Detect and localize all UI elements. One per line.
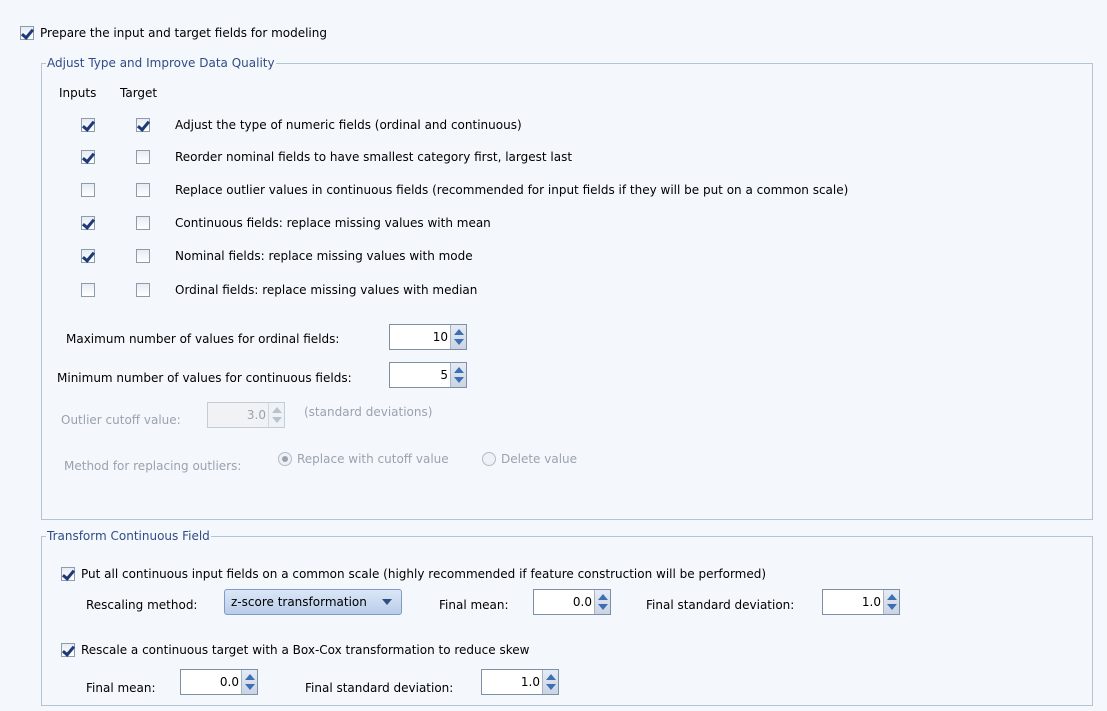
- replace-outlier-target-checkbox[interactable]: [136, 183, 150, 197]
- delete-value-radio[interactable]: [482, 452, 496, 466]
- max-ordinal-value[interactable]: 10: [433, 325, 448, 349]
- reorder-nominal-inputs-checkbox[interactable]: [81, 150, 95, 164]
- outlier-cutoff-label: Outlier cutoff value:: [61, 413, 181, 427]
- continuous-missing-target-checkbox[interactable]: [136, 216, 150, 230]
- spinner-arrows-icon[interactable]: [450, 363, 466, 387]
- spinner-arrows-icon[interactable]: [594, 590, 610, 614]
- adjust-numeric-target-checkbox[interactable]: [136, 118, 150, 132]
- ordinal-missing-target-checkbox[interactable]: [136, 283, 150, 297]
- reorder-nominal-target-checkbox[interactable]: [136, 150, 150, 164]
- max-ordinal-spinner[interactable]: 10: [389, 324, 467, 350]
- reorder-nominal-label: Reorder nominal fields to have smallest …: [175, 150, 573, 164]
- nominal-missing-target-checkbox[interactable]: [136, 249, 150, 263]
- boxcox-mean-spinner[interactable]: 0.0: [180, 669, 258, 695]
- final-sd-label: Final standard deviation:: [646, 598, 795, 612]
- transform-continuous-group-title: Transform Continuous Field: [46, 529, 211, 543]
- min-continuous-label: Minimum number of values for continuous …: [57, 371, 352, 385]
- replace-with-cutoff-label: Replace with cutoff value: [297, 452, 449, 466]
- spinner-arrows-icon[interactable]: [883, 590, 899, 614]
- common-scale-checkbox[interactable]: [61, 567, 75, 581]
- final-mean-spinner[interactable]: 0.0: [533, 589, 611, 615]
- common-scale-label: Put all continuous input fields on a com…: [81, 567, 767, 581]
- rescaling-method-value: z-score transformation: [231, 595, 367, 609]
- prepare-fields-checkbox[interactable]: [20, 26, 34, 40]
- nominal-missing-inputs-checkbox[interactable]: [81, 249, 95, 263]
- final-mean-value[interactable]: 0.0: [573, 590, 592, 614]
- replace-outlier-inputs-checkbox[interactable]: [81, 183, 95, 197]
- replace-with-cutoff-radio[interactable]: [278, 452, 292, 466]
- boxcox-mean-value[interactable]: 0.0: [220, 670, 239, 694]
- spinner-arrows-icon[interactable]: [542, 670, 558, 694]
- outlier-method-label: Method for replacing outliers:: [64, 459, 242, 473]
- max-ordinal-label: Maximum number of values for ordinal fie…: [66, 332, 340, 346]
- continuous-missing-label: Continuous fields: replace missing value…: [175, 216, 491, 230]
- target-column-header: Target: [120, 86, 158, 100]
- replace-outlier-label: Replace outlier values in continuous fie…: [175, 183, 849, 197]
- boxcox-checkbox[interactable]: [61, 643, 75, 657]
- adjust-numeric-inputs-checkbox[interactable]: [81, 118, 95, 132]
- spinner-arrows-icon[interactable]: [268, 403, 284, 427]
- final-sd-value[interactable]: 1.0: [862, 590, 881, 614]
- adjust-numeric-label: Adjust the type of numeric fields (ordin…: [175, 118, 522, 132]
- model-prep-panel: { "prepare_checkbox": { "label": "Prepar…: [0, 0, 1107, 711]
- boxcox-sd-label: Final standard deviation:: [305, 681, 454, 695]
- spinner-arrows-icon[interactable]: [241, 670, 257, 694]
- nominal-missing-label: Nominal fields: replace missing values w…: [175, 249, 473, 263]
- final-sd-spinner[interactable]: 1.0: [822, 589, 900, 615]
- boxcox-sd-spinner[interactable]: 1.0: [481, 669, 559, 695]
- ordinal-missing-inputs-checkbox[interactable]: [81, 283, 95, 297]
- boxcox-label: Rescale a continuous target with a Box-C…: [81, 643, 530, 657]
- spinner-arrows-icon[interactable]: [450, 325, 466, 349]
- delete-value-label: Delete value: [501, 452, 578, 466]
- chevron-down-icon: [382, 599, 392, 605]
- outlier-cutoff-unit: (standard deviations): [304, 405, 433, 419]
- rescaling-method-dropdown[interactable]: z-score transformation: [224, 589, 402, 615]
- boxcox-mean-label: Final mean:: [86, 681, 156, 695]
- ordinal-missing-label: Ordinal fields: replace missing values w…: [175, 283, 478, 297]
- outlier-cutoff-value[interactable]: 3.0: [247, 403, 266, 427]
- boxcox-sd-value[interactable]: 1.0: [521, 670, 540, 694]
- inputs-column-header: Inputs: [59, 86, 97, 100]
- rescaling-method-label: Rescaling method:: [86, 598, 198, 612]
- min-continuous-value[interactable]: 5: [440, 363, 448, 387]
- continuous-missing-inputs-checkbox[interactable]: [81, 216, 95, 230]
- outlier-cutoff-spinner[interactable]: 3.0: [207, 402, 285, 428]
- prepare-fields-label: Prepare the input and target fields for …: [40, 26, 327, 40]
- min-continuous-spinner[interactable]: 5: [389, 362, 467, 388]
- adjust-type-group-title: Adjust Type and Improve Data Quality: [46, 56, 276, 70]
- final-mean-label: Final mean:: [439, 598, 509, 612]
